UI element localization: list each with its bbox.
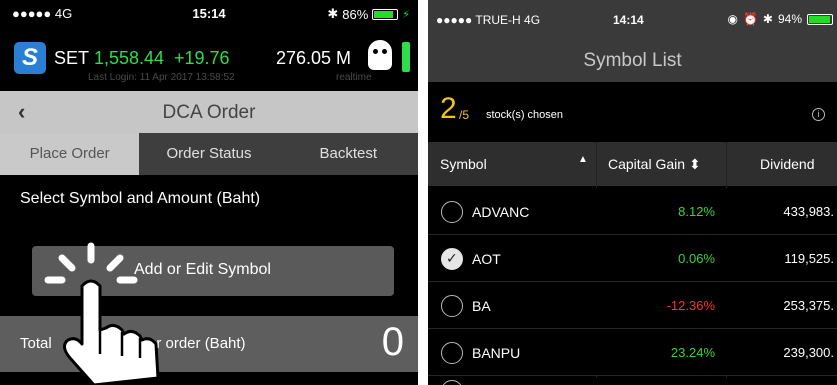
table-row[interactable]: BA -12.36% 253,375. bbox=[428, 282, 837, 329]
market-ticker: S SET 1,558.44 +19.76 276.05 M Last Logi… bbox=[0, 30, 418, 88]
battery-percent: 94% bbox=[777, 12, 802, 26]
table-row[interactable]: AOT 0.06% 119,525. bbox=[428, 235, 837, 282]
row-symbol: BA bbox=[472, 298, 491, 314]
row-dividend: 119,525. bbox=[784, 251, 834, 266]
info-icon[interactable]: i bbox=[812, 108, 825, 121]
row-dividend: 239,300. bbox=[783, 345, 834, 360]
row-capital-gain: 23.24% bbox=[670, 345, 715, 360]
status-right: ◉ ⏰ ✱ 94% bbox=[727, 12, 833, 26]
connection-status-icon bbox=[402, 42, 410, 72]
select-radio[interactable] bbox=[441, 201, 463, 223]
table-header: Symbol ▲ Capital Gain ⬍ Dividend bbox=[428, 142, 837, 186]
table-row[interactable]: ADVANC 8.12% 433,983. bbox=[428, 188, 837, 235]
table-row-partial[interactable] bbox=[428, 378, 837, 385]
battery-percent: 86% bbox=[342, 6, 369, 22]
select-radio[interactable] bbox=[441, 342, 463, 364]
header-capital-gain[interactable]: Capital Gain ⬍ bbox=[608, 156, 701, 173]
row-dividend: 433,983. bbox=[783, 204, 834, 219]
table-row[interactable]: BANPU 23.24% 239,300. bbox=[428, 329, 837, 376]
index-change: +19.76 bbox=[174, 48, 230, 68]
navigation-bar: ‹ DCA Order bbox=[0, 91, 418, 133]
order-tabs: Place Order Order Status Backtest bbox=[0, 133, 418, 175]
chosen-counter: 2 /5 stock(s) chosen i bbox=[428, 82, 837, 140]
alarm-icon: ⏰ bbox=[742, 12, 758, 26]
status-right: ✱ 86% ⚡ bbox=[327, 6, 410, 22]
section-label: Select Symbol and Amount (Baht) bbox=[20, 190, 261, 207]
location-icon: ◉ bbox=[727, 12, 738, 26]
charging-icon: ⚡ bbox=[402, 8, 410, 21]
select-radio-checked[interactable] bbox=[441, 248, 463, 270]
page-title: DCA Order bbox=[162, 102, 256, 123]
battery-icon bbox=[807, 13, 833, 25]
title-bar: Symbol List bbox=[428, 40, 837, 82]
row-symbol: BANPU bbox=[472, 345, 521, 361]
row-capital-gain: 0.06% bbox=[678, 251, 715, 266]
select-radio[interactable] bbox=[441, 380, 463, 385]
header-dividend[interactable]: Dividend bbox=[760, 156, 814, 172]
tab-place-order[interactable]: Place Order bbox=[0, 133, 140, 175]
sort-up-icon[interactable]: ▲ bbox=[578, 154, 588, 165]
row-capital-gain: 8.12% bbox=[678, 204, 715, 219]
bluetooth-icon: ✱ bbox=[762, 12, 773, 26]
row-dividend: 253,375. bbox=[783, 298, 834, 313]
dca-order-screen: ●●●●● 4G 15:14 ✱ 86% ⚡ S SET 1,558.44 +1… bbox=[0, 0, 418, 385]
index-name: SET bbox=[54, 48, 90, 68]
row-symbol: ADVANC bbox=[472, 204, 530, 220]
total-value: 0 bbox=[381, 320, 404, 364]
row-capital-gain: -12.36% bbox=[666, 298, 715, 313]
sort-toggle-icon[interactable]: ⬍ bbox=[689, 156, 701, 172]
set-logo-icon[interactable]: S bbox=[14, 42, 46, 74]
index-value: 1,558.44 bbox=[94, 48, 165, 68]
page-title: Symbol List bbox=[583, 50, 682, 71]
symbol-list-screen: ●●●●● TRUE-H 4G 14:14 ◉ ⏰ ✱ 94% Symbol L… bbox=[428, 0, 837, 385]
battery-icon bbox=[372, 8, 399, 20]
header-symbol[interactable]: Symbol bbox=[440, 156, 487, 172]
realtime-label: realtime bbox=[336, 72, 372, 83]
row-symbol: AOT bbox=[472, 251, 501, 267]
tab-backtest[interactable]: Backtest bbox=[279, 133, 418, 175]
status-bar: ●●●●● TRUE-H 4G 14:14 ◉ ⏰ ✱ 94% bbox=[428, 0, 837, 40]
hand-pointer-icon bbox=[44, 242, 160, 385]
status-time: 14:14 bbox=[613, 13, 644, 27]
last-login: Last Login: 11 Apr 2017 13:58:52 bbox=[88, 72, 235, 83]
chosen-count: 2 bbox=[440, 92, 457, 125]
mascot-icon[interactable] bbox=[368, 40, 392, 70]
bluetooth-icon: ✱ bbox=[327, 6, 339, 21]
tab-order-status[interactable]: Order Status bbox=[139, 133, 278, 175]
chosen-max: /5 bbox=[459, 108, 470, 122]
market-volume: 276.05 M bbox=[276, 48, 352, 68]
select-radio[interactable] bbox=[441, 295, 463, 317]
status-bar: ●●●●● 4G 15:14 ✱ 86% ⚡ bbox=[0, 0, 418, 28]
chosen-caption: stock(s) chosen bbox=[486, 109, 564, 121]
carrier-signal: ●●●●● TRUE-H 4G bbox=[436, 13, 541, 27]
